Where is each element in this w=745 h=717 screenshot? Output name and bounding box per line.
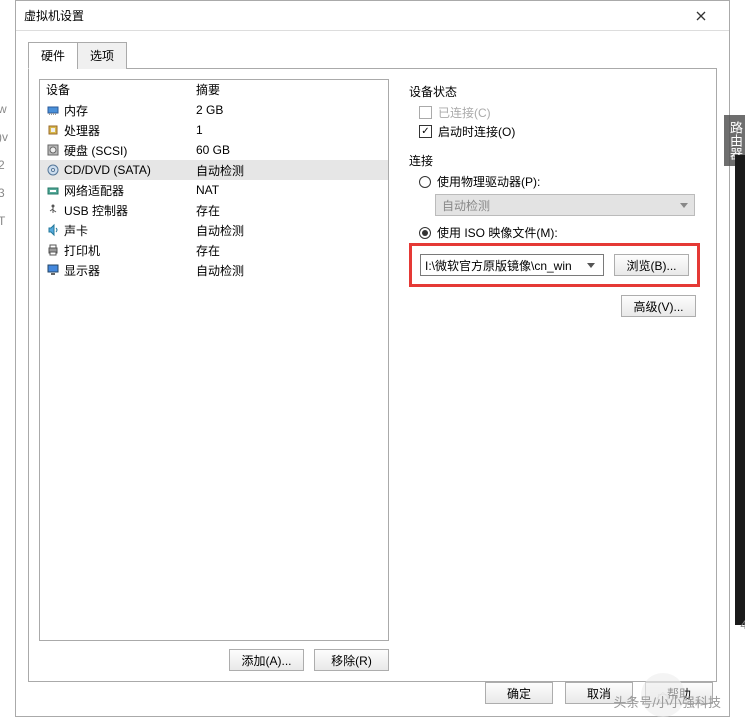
connection-group: 连接 使用物理驱动器(P): 自动检测 <box>409 152 700 317</box>
cancel-button[interactable]: 取消 <box>565 682 633 704</box>
memory-icon <box>46 103 60 117</box>
device-summary: 存在 <box>196 242 382 259</box>
titlebar: 虚拟机设置 <box>16 1 729 31</box>
chevron-down-icon <box>680 203 688 208</box>
tab-hardware[interactable]: 硬件 <box>28 42 78 69</box>
device-name: CD/DVD (SATA) <box>64 163 151 177</box>
dialog-bottom-buttons: 确定 取消 帮助 <box>28 682 717 704</box>
hardware-right: 设备状态 已连接(C) 启动时连接(O) 连接 <box>405 79 706 671</box>
vm-settings-dialog: 虚拟机设置 硬件 选项 设备 摘要 内存 2 GB 处理器 1 硬盘 (SCSI) 60 … <box>15 0 730 717</box>
connection-title: 连接 <box>409 152 700 169</box>
col-device-header: 设备 <box>46 81 196 98</box>
device-name: USB 控制器 <box>64 202 128 219</box>
device-summary: 自动检测 <box>196 162 382 179</box>
device-row-sound[interactable]: 声卡 自动检测 <box>40 220 388 240</box>
device-summary: 自动检测 <box>196 222 382 239</box>
cpu-icon <box>46 123 60 137</box>
clipped-background-text: w)v23T <box>0 88 8 242</box>
hardware-left: 设备 摘要 内存 2 GB 处理器 1 硬盘 (SCSI) 60 GB CD/DVD (SA… <box>39 79 389 671</box>
usb-icon <box>46 203 60 217</box>
physical-drive-select: 自动检测 <box>435 194 695 216</box>
connected-label: 已连接(C) <box>438 104 491 121</box>
device-list-header: 设备 摘要 <box>40 80 388 100</box>
device-summary: 2 GB <box>196 103 382 117</box>
device-summary: NAT <box>196 183 382 197</box>
device-name: 显示器 <box>64 262 100 279</box>
device-row-printer[interactable]: 打印机 存在 <box>40 240 388 260</box>
connect-at-poweron-label: 启动时连接(O) <box>438 123 515 140</box>
close-button[interactable] <box>681 4 721 28</box>
device-name: 处理器 <box>64 122 100 139</box>
net-icon <box>46 183 60 197</box>
sound-icon <box>46 223 60 237</box>
use-iso-label: 使用 ISO 映像文件(M): <box>437 224 558 241</box>
device-row-memory[interactable]: 内存 2 GB <box>40 100 388 120</box>
device-list[interactable]: 设备 摘要 内存 2 GB 处理器 1 硬盘 (SCSI) 60 GB CD/DVD (SA… <box>39 79 389 641</box>
device-row-display[interactable]: 显示器 自动检测 <box>40 260 388 280</box>
device-name: 硬盘 (SCSI) <box>64 142 127 159</box>
device-name: 声卡 <box>64 222 88 239</box>
device-summary: 自动检测 <box>196 262 382 279</box>
tab-options[interactable]: 选项 <box>77 42 127 69</box>
device-row-net[interactable]: 网络适配器 NAT <box>40 180 388 200</box>
side-dark-strip <box>735 155 745 625</box>
remove-button[interactable]: 移除(R) <box>314 649 389 671</box>
connect-at-poweron-checkbox[interactable] <box>419 125 432 138</box>
physical-drive-value: 自动检测 <box>442 197 490 214</box>
use-physical-label: 使用物理驱动器(P): <box>437 173 540 190</box>
disk-icon <box>46 143 60 157</box>
use-physical-radio[interactable] <box>419 176 431 188</box>
window-title: 虚拟机设置 <box>24 7 681 24</box>
device-summary: 1 <box>196 123 382 137</box>
cd-icon <box>46 163 60 177</box>
chevron-down-icon[interactable] <box>583 256 599 274</box>
iso-highlight-box: I:\微软官方原版镜像\cn_win 浏览(B)... <box>409 243 700 287</box>
ok-button[interactable]: 确定 <box>485 682 553 704</box>
device-name: 打印机 <box>64 242 100 259</box>
close-icon <box>696 11 706 21</box>
device-row-cd[interactable]: CD/DVD (SATA) 自动检测 <box>40 160 388 180</box>
device-status-group: 设备状态 已连接(C) 启动时连接(O) <box>409 83 700 140</box>
device-row-usb[interactable]: USB 控制器 存在 <box>40 200 388 220</box>
browse-button[interactable]: 浏览(B)... <box>614 254 689 276</box>
watermark-badge: ۞ <box>641 673 685 717</box>
display-icon <box>46 263 60 277</box>
add-button[interactable]: 添加(A)... <box>229 649 304 671</box>
use-iso-radio[interactable] <box>419 227 431 239</box>
device-status-title: 设备状态 <box>409 83 700 100</box>
device-row-disk[interactable]: 硬盘 (SCSI) 60 GB <box>40 140 388 160</box>
iso-path-combo[interactable]: I:\微软官方原版镜像\cn_win <box>420 254 604 276</box>
printer-icon <box>46 243 60 257</box>
iso-path-value: I:\微软官方原版镜像\cn_win <box>425 257 572 274</box>
device-row-cpu[interactable]: 处理器 1 <box>40 120 388 140</box>
device-name: 内存 <box>64 102 88 119</box>
col-summary-header: 摘要 <box>196 81 382 98</box>
tab-bar: 硬件 选项 <box>28 42 717 69</box>
device-summary: 60 GB <box>196 143 382 157</box>
clipped-right-num: 4 <box>740 618 745 632</box>
hardware-panel: 设备 摘要 内存 2 GB 处理器 1 硬盘 (SCSI) 60 GB CD/DVD (SA… <box>28 68 717 682</box>
advanced-button[interactable]: 高级(V)... <box>621 295 696 317</box>
connected-checkbox <box>419 106 432 119</box>
device-name: 网络适配器 <box>64 182 124 199</box>
device-summary: 存在 <box>196 202 382 219</box>
